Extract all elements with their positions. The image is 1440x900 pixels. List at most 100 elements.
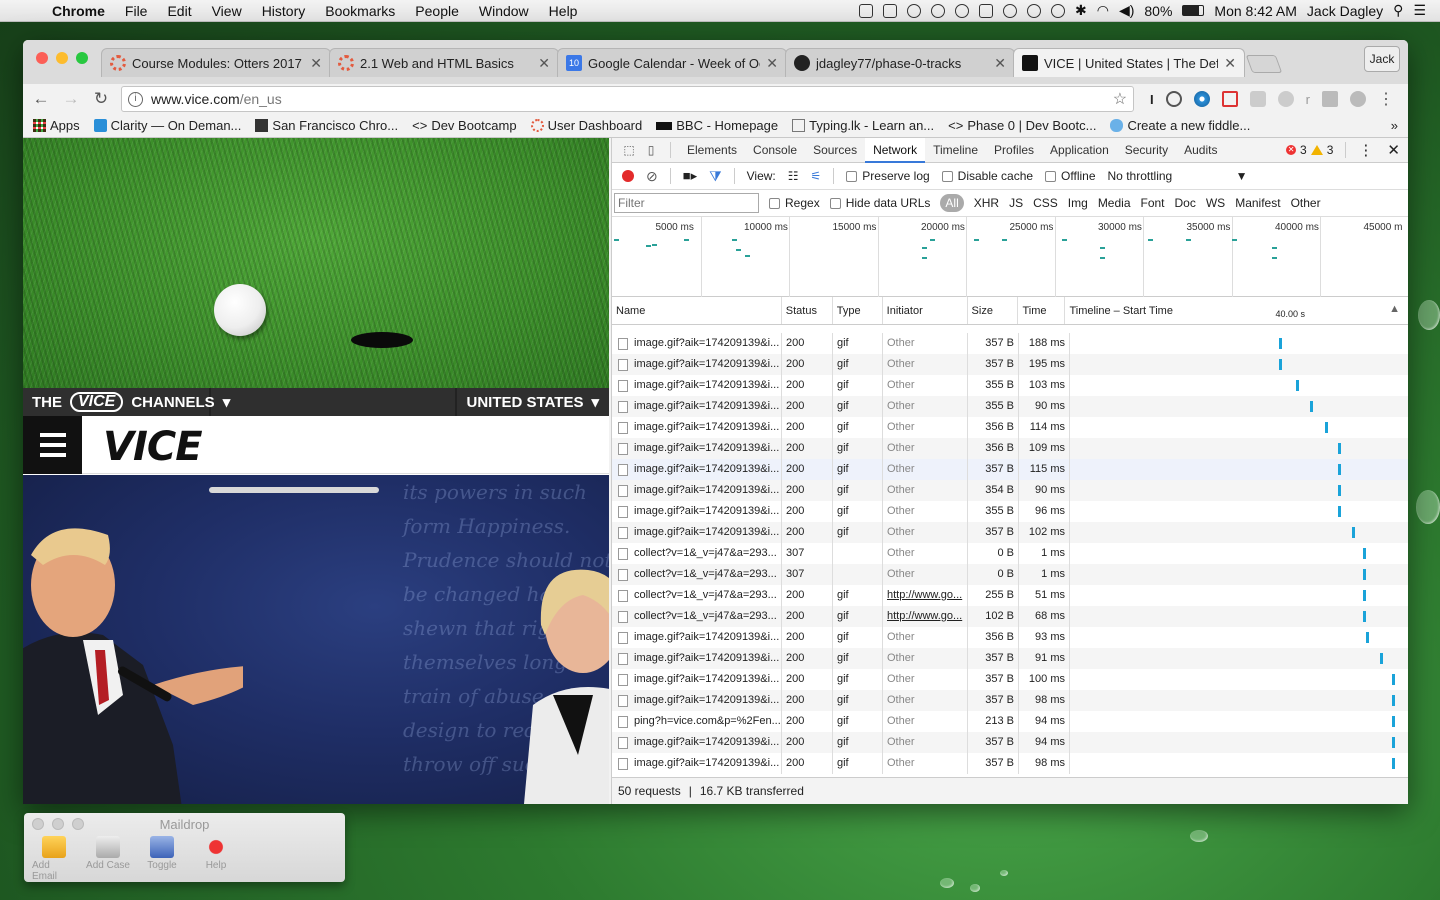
minimize-window-button[interactable] [52,818,64,830]
chat-icon[interactable] [882,3,897,18]
url-text[interactable]: www.vice.com/en_us [151,91,1105,107]
request-name-cell[interactable]: image.gif?aik=174209139&i... [612,438,782,459]
request-initiator[interactable]: http://www.go... [883,606,968,627]
zoom-window-button[interactable] [76,52,88,64]
request-row[interactable]: image.gif?aik=174209139&i... 200 gif Other 3… [612,690,1408,711]
device-toolbar-icon[interactable]: ▯ [640,139,662,161]
request-row[interactable]: image.gif?aik=174209139&i... 200 gif Other 3… [612,438,1408,459]
bookmark-dev-bootcamp[interactable]: <> Dev Bootcamp [412,118,516,133]
preserve-log-checkbox[interactable]: Preserve log [846,169,930,183]
user-name[interactable]: Jack Dagley [1307,3,1383,19]
add-email-button[interactable]: Add Email [32,836,76,882]
drive-icon[interactable] [1002,3,1017,18]
tab-profiles[interactable]: Profiles [986,138,1042,163]
checkbox[interactable] [846,170,858,182]
bookmark-phase0[interactable]: <> Phase 0 | Dev Bootc... [948,118,1096,133]
eye-icon[interactable] [954,3,969,18]
square-ext-icon[interactable] [1322,91,1338,107]
capture-screenshots-icon[interactable]: ■▸ [683,168,697,184]
checkbox[interactable] [769,197,780,209]
request-row[interactable]: collect?v=1&_v=j47&a=293... 200 gif http://… [612,585,1408,606]
column-initiator[interactable]: Initiator [883,297,968,324]
menu-help[interactable]: Help [539,3,588,19]
bookmark-clarity[interactable]: Clarity — On Deman... [93,118,241,133]
request-name-cell[interactable]: image.gif?aik=174209139&i... [612,627,782,648]
more-bookmarks-icon[interactable]: » [1391,118,1398,133]
info-icon[interactable]: i [128,91,143,107]
bookmark-user-dashboard[interactable]: User Dashboard [530,118,642,133]
chrome-menu-icon[interactable]: ⋮ [1378,89,1394,109]
zoom-window-button[interactable] [72,818,84,830]
request-name-cell[interactable]: image.gif?aik=174209139&i... [612,333,782,354]
address-bar[interactable]: i www.vice.com/en_us ☆ [121,86,1135,112]
tab-application[interactable]: Application [1042,138,1117,163]
request-name-cell[interactable]: collect?v=1&_v=j47&a=293... [612,585,782,606]
tab-elements[interactable]: Elements [679,138,745,163]
request-name-cell[interactable]: ping?h=vice.com&p=%2Fen... [612,711,782,732]
battery-percent[interactable]: 80% [1144,3,1172,19]
tab-console[interactable]: Console [745,138,805,163]
hero-image[interactable]: its powers in such form Happiness. Prude… [23,475,609,804]
reload-icon[interactable]: ↻ [91,89,111,109]
onepassword-icon[interactable] [930,3,945,18]
type-filter-font[interactable]: Font [1141,195,1165,211]
column-name[interactable]: Name [612,297,782,324]
request-row[interactable]: image.gif?aik=174209139&i... 200 gif Other 3… [612,522,1408,543]
close-tab-icon[interactable]: ✕ [994,55,1006,72]
r-ext-icon[interactable]: r [1306,92,1310,107]
type-filter-xhr[interactable]: XHR [974,195,999,211]
request-name-cell[interactable]: image.gif?aik=174209139&i... [612,732,782,753]
request-name-cell[interactable]: image.gif?aik=174209139&i... [612,375,782,396]
new-tab-button[interactable] [1245,55,1283,73]
type-filter-doc[interactable]: Doc [1175,195,1196,211]
request-name-cell[interactable]: image.gif?aik=174209139&i... [612,522,782,543]
request-row[interactable]: image.gif?aik=174209139&i... 200 gif Other 3… [612,627,1408,648]
console-status[interactable]: ✕ 3 3 ⋮ ✕ [1286,141,1408,159]
request-name-cell[interactable]: image.gif?aik=174209139&i... [612,690,782,711]
request-row[interactable]: ping?h=vice.com&p=%2Fen... 200 gif Other 213… [612,711,1408,732]
toggle-button[interactable]: Toggle [140,836,184,882]
tray-icon[interactable] [978,3,993,18]
large-rows-icon[interactable]: ☷ [788,169,799,183]
hamburger-menu-icon[interactable] [23,416,82,474]
bookmark-star-icon[interactable]: ☆ [1113,89,1127,109]
text-cursor-icon[interactable]: I [1150,92,1154,107]
tab-security[interactable]: Security [1117,138,1176,163]
tab-vice[interactable]: VICE | United States | The Def ✕ [1013,48,1245,77]
request-name-cell[interactable]: image.gif?aik=174209139&i... [612,648,782,669]
no-sign-icon[interactable] [906,3,921,18]
vue-ext-icon[interactable] [1277,91,1294,107]
notification-center-icon[interactable]: ☰ [1413,2,1426,19]
network-overview[interactable]: 5000 ms 10000 ms 15000 ms 20000 ms 25000 ms 3… [612,217,1408,297]
onepassword-ext-icon[interactable] [1165,91,1182,107]
help-button[interactable]: Help [194,836,238,882]
column-timeline[interactable]: Timeline – Start Time 40.00 s ▲ [1065,297,1408,324]
profile-button[interactable]: Jack [1364,46,1400,72]
request-name-cell[interactable]: collect?v=1&_v=j47&a=293... [612,543,782,564]
regex-checkbox[interactable]: Regex [769,196,820,210]
close-window-button[interactable] [32,818,44,830]
checkbox[interactable] [829,197,841,209]
request-row[interactable]: image.gif?aik=174209139&i... 200 gif Other 3… [612,669,1408,690]
devtools-menu-icon[interactable]: ⋮ [1358,141,1373,159]
type-filter-ws[interactable]: WS [1206,195,1225,211]
menu-bookmarks[interactable]: Bookmarks [315,3,405,19]
tab-web-html-basics[interactable]: 2.1 Web and HTML Basics ✕ [329,48,559,77]
menu-window[interactable]: Window [469,3,539,19]
menu-view[interactable]: View [202,3,252,19]
menu-history[interactable]: History [252,3,316,19]
overview-icon[interactable]: ⚟ [811,169,822,183]
plus-ext-icon[interactable] [1221,91,1238,107]
filter-icon[interactable]: ⧩ [709,168,722,185]
request-row[interactable]: image.gif?aik=174209139&i... 200 gif Other 3… [612,753,1408,774]
column-size[interactable]: Size [968,297,1019,324]
request-name-cell[interactable]: image.gif?aik=174209139&i... [612,480,782,501]
menu-edit[interactable]: Edit [157,3,201,19]
bookmark-apps[interactable]: Apps [33,118,80,133]
forward-arrow-icon[interactable]: → [61,89,81,109]
request-row[interactable]: image.gif?aik=174209139&i... 200 gif Other 3… [612,375,1408,396]
request-row[interactable]: image.gif?aik=174209139&i... 200 gif Other 3… [612,480,1408,501]
cloud-ext-icon[interactable] [1350,91,1366,107]
request-name-cell[interactable]: image.gif?aik=174209139&i... [612,501,782,522]
offline-checkbox[interactable]: Offline [1045,169,1096,183]
